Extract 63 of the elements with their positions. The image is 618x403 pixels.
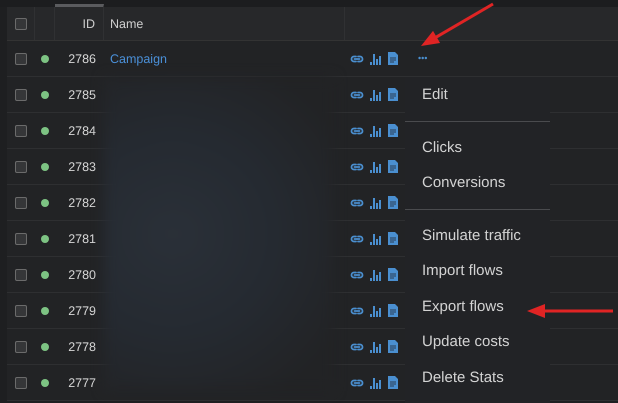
link-icon[interactable] bbox=[350, 342, 364, 352]
document-icon[interactable] bbox=[388, 52, 398, 65]
campaign-link[interactable]: Campaign bbox=[110, 52, 167, 66]
row-checkbox[interactable] bbox=[15, 376, 27, 388]
row-checkbox[interactable] bbox=[15, 124, 27, 136]
link-icon[interactable] bbox=[350, 126, 364, 136]
bar-chart-icon[interactable] bbox=[370, 88, 382, 100]
menu-item[interactable]: Edit bbox=[405, 77, 550, 112]
id-text: 2780 bbox=[68, 268, 96, 282]
document-icon[interactable] bbox=[388, 124, 398, 137]
link-icon[interactable] bbox=[350, 54, 364, 64]
id-text: 2778 bbox=[68, 340, 96, 354]
menu-item[interactable]: Update costs bbox=[405, 324, 550, 360]
row-checkbox[interactable] bbox=[15, 88, 27, 100]
bar-chart-icon[interactable] bbox=[370, 124, 382, 136]
link-icon[interactable] bbox=[350, 378, 364, 388]
row-checkbox[interactable] bbox=[15, 268, 27, 280]
row-checkbox[interactable] bbox=[15, 232, 27, 244]
link-icon[interactable] bbox=[350, 90, 364, 100]
bar-chart-icon[interactable] bbox=[370, 304, 382, 316]
document-icon[interactable] bbox=[388, 232, 398, 245]
menu-item[interactable]: Conversions bbox=[405, 165, 550, 200]
document-icon[interactable] bbox=[388, 196, 398, 209]
bar-chart-icon[interactable] bbox=[370, 340, 382, 352]
menu-item[interactable]: Clicks bbox=[405, 130, 550, 165]
bar-chart-icon[interactable] bbox=[370, 232, 382, 244]
document-icon[interactable] bbox=[388, 160, 398, 173]
row-checkbox[interactable] bbox=[15, 52, 27, 64]
id-text: 2777 bbox=[68, 376, 96, 390]
document-icon[interactable] bbox=[388, 376, 398, 389]
bar-chart-icon[interactable] bbox=[370, 196, 382, 208]
row-checkbox[interactable] bbox=[15, 160, 27, 172]
id-text: 2782 bbox=[68, 196, 96, 210]
document-icon[interactable] bbox=[388, 268, 398, 281]
link-icon[interactable] bbox=[350, 162, 364, 172]
more-button[interactable]: ••• bbox=[418, 54, 428, 63]
bar-chart-icon[interactable] bbox=[370, 160, 382, 172]
column-header[interactable]: ID bbox=[82, 16, 95, 30]
bar-chart-icon[interactable] bbox=[370, 268, 382, 280]
bar-chart-icon[interactable] bbox=[370, 376, 382, 388]
document-icon[interactable] bbox=[388, 88, 398, 101]
link-icon[interactable] bbox=[350, 198, 364, 208]
id-text: 2785 bbox=[68, 88, 96, 102]
id-text: 2784 bbox=[68, 124, 96, 138]
id-text: 2779 bbox=[68, 304, 96, 318]
bar-chart-icon[interactable] bbox=[370, 52, 382, 64]
row-checkbox[interactable] bbox=[15, 304, 27, 316]
id-text: 2781 bbox=[68, 232, 96, 246]
id-text: 2783 bbox=[68, 160, 96, 174]
link-icon[interactable] bbox=[350, 306, 364, 316]
menu-item[interactable]: Delete Stats bbox=[405, 360, 550, 395]
column-header[interactable]: Name bbox=[110, 16, 144, 30]
menu-item[interactable]: Import flows bbox=[405, 253, 550, 288]
link-icon[interactable] bbox=[350, 270, 364, 280]
document-icon[interactable] bbox=[388, 340, 398, 353]
row-checkbox[interactable] bbox=[15, 340, 27, 352]
menu-item[interactable]: Export flows bbox=[405, 288, 550, 324]
menu-item[interactable]: Simulate traffic bbox=[405, 218, 550, 253]
row-checkbox[interactable] bbox=[15, 196, 27, 208]
select-all-checkbox[interactable] bbox=[14, 18, 26, 30]
id-text: 2786 bbox=[68, 52, 96, 66]
document-icon[interactable] bbox=[388, 304, 398, 317]
link-icon[interactable] bbox=[350, 234, 364, 244]
